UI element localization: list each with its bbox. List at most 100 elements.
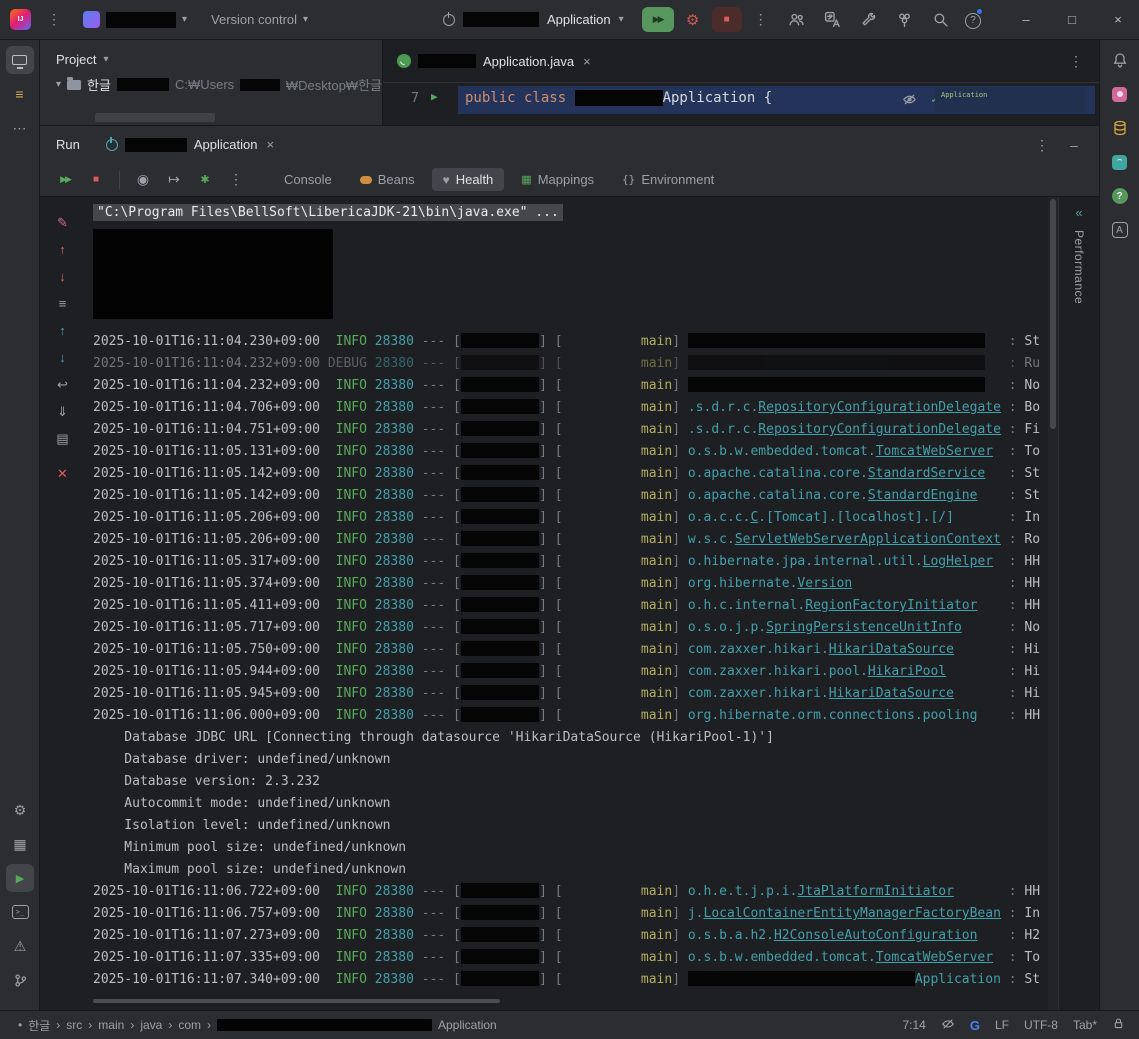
crumb-src[interactable]: src xyxy=(66,1018,82,1032)
close-tab-icon[interactable]: × xyxy=(583,54,591,69)
terminal-tool-button[interactable]: >_ xyxy=(6,898,34,926)
highlight-off-widget[interactable] xyxy=(902,92,917,111)
tab-console[interactable]: Console xyxy=(273,168,343,191)
main-menu-icon[interactable]: ⋮ xyxy=(43,9,65,31)
brush-icon[interactable]: ✎ xyxy=(52,209,74,236)
structure-tool-button[interactable]: ≡ xyxy=(6,80,34,108)
clear-all-icon[interactable]: ✕ xyxy=(52,460,74,487)
thread-dump-icon[interactable]: ◉ xyxy=(132,169,154,191)
logger-link[interactable]: H2ConsoleAutoConfiguration xyxy=(774,928,978,943)
grazie-icon[interactable]: G xyxy=(970,1018,980,1033)
logger-link[interactable]: HikariDataSource xyxy=(829,642,954,657)
scroll-to-end-icon[interactable]: ⇓ xyxy=(52,398,74,425)
logger-link[interactable]: SpringPersistenceUnitInfo xyxy=(766,620,962,635)
detach-icon[interactable]: ↦ xyxy=(163,169,185,191)
indent-style[interactable]: Tab* xyxy=(1073,1018,1097,1032)
performance-tab[interactable]: Performance xyxy=(1072,230,1086,304)
logger-link[interactable]: RepositoryConfigurationDelegate xyxy=(758,400,1001,415)
more-tool-windows-button[interactable]: ⋯ xyxy=(6,114,34,142)
bookmarks-tool-button[interactable] xyxy=(1106,80,1134,108)
more-actions-icon[interactable]: ⋮ xyxy=(750,9,772,31)
tree-item-root[interactable]: ▾ 한글 C:₩Users ₩Desktop₩한글 xyxy=(40,75,382,94)
database-tool-button[interactable] xyxy=(1106,114,1134,142)
lock-icon[interactable] xyxy=(1112,1017,1125,1033)
rerun-button[interactable]: ▶▶ xyxy=(54,169,76,191)
next-occurrence-icon[interactable]: ↓ xyxy=(52,344,74,371)
logger-link[interactable]: Version xyxy=(797,576,852,591)
tools-icon[interactable] xyxy=(857,9,879,31)
logger-link[interactable]: RepositoryConfigurationDelegate xyxy=(758,422,1001,437)
logger-link[interactable]: LocalContainerEntityManagerFactoryBean xyxy=(704,906,1001,921)
logger-link[interactable]: ServletWebServerApplicationContext xyxy=(735,532,1001,547)
crumb-main[interactable]: main xyxy=(98,1018,124,1032)
logger-link[interactable]: TomcatWebServer xyxy=(876,950,993,965)
crumb-file[interactable]: Application xyxy=(438,1018,497,1032)
tab-environment[interactable]: {}Environment xyxy=(611,168,725,191)
up-stack-trace-icon[interactable]: ↑ xyxy=(52,236,74,263)
profiler-gear-icon[interactable]: ⚙ xyxy=(682,9,704,31)
cursor-position[interactable]: 7:14 xyxy=(902,1018,925,1032)
settings-button[interactable]: ⚙ xyxy=(6,796,34,824)
search-icon[interactable] xyxy=(929,9,951,31)
services-tool-button[interactable]: ▦ xyxy=(6,830,34,858)
coverage-icon[interactable]: ✱ xyxy=(194,169,216,191)
console-output[interactable]: "C:\Program Files\BellSoft\LibericaJDK-2… xyxy=(85,197,1048,1011)
code-with-me-users-icon[interactable] xyxy=(785,9,807,31)
logger-link[interactable]: HikariDataSource xyxy=(829,686,954,701)
hide-panel-icon[interactable]: – xyxy=(1063,134,1085,156)
notifications-button[interactable] xyxy=(1106,46,1134,74)
inspection-minimap[interactable]: Application xyxy=(935,88,1085,112)
print-icon[interactable]: ▤ xyxy=(52,425,74,452)
gutter-run-icon[interactable]: ▶ xyxy=(431,90,438,103)
run-button[interactable]: ▶▶ xyxy=(642,7,674,32)
logger-link[interactable]: LogHelper xyxy=(923,554,993,569)
highlighting-level-icon[interactable] xyxy=(941,1017,955,1034)
console-more-icon[interactable]: ⋮ xyxy=(225,169,247,191)
editor-tab[interactable]: Application.java × xyxy=(383,40,601,82)
logger-link[interactable]: HikariPool xyxy=(868,664,946,679)
down-stack-trace-icon[interactable]: ↓ xyxy=(52,263,74,290)
tab-beans[interactable]: Beans xyxy=(349,168,426,191)
line-separator[interactable]: LF xyxy=(995,1018,1009,1032)
vcs-widget[interactable]: Version control ▾ xyxy=(205,9,314,30)
stop-process-button[interactable]: ■ xyxy=(85,169,107,191)
ai-assistant-button[interactable]: A xyxy=(1106,216,1134,244)
crumb-root[interactable]: 한글 xyxy=(28,1017,50,1034)
tab-mappings[interactable]: ▦Mappings xyxy=(510,168,605,191)
tree-item-partial[interactable] xyxy=(95,113,215,122)
sort-icon[interactable]: ≡ xyxy=(52,290,74,317)
vertical-scrollbar[interactable] xyxy=(1048,197,1058,1011)
logger-link[interactable]: RegionFactoryInitiator xyxy=(805,598,977,613)
plugins-icon[interactable] xyxy=(893,9,915,31)
project-selector[interactable]: ▾ xyxy=(77,8,193,31)
tree-expand-icon[interactable]: ▾ xyxy=(56,79,61,90)
logger-link[interactable]: StandardService xyxy=(868,466,985,481)
run-tool-button[interactable]: ▶ xyxy=(6,864,34,892)
crumb-com[interactable]: com xyxy=(178,1018,201,1032)
soft-wrap-icon[interactable]: ↩ xyxy=(52,371,74,398)
run-panel-options-icon[interactable]: ⋮ xyxy=(1031,134,1053,156)
logger-link[interactable]: Application xyxy=(915,972,1001,987)
file-encoding[interactable]: UTF-8 xyxy=(1024,1018,1058,1032)
help-button[interactable]: ? xyxy=(965,10,981,29)
close-tab-icon[interactable]: × xyxy=(266,137,274,152)
run-session-tab[interactable]: Application × xyxy=(106,137,274,152)
problems-tool-button[interactable]: ⚠ xyxy=(6,932,34,960)
logger-link[interactable]: TomcatWebServer xyxy=(876,444,993,459)
close-button[interactable]: × xyxy=(1103,7,1133,33)
logger-link[interactable]: JtaPlatformInitiator xyxy=(797,884,954,899)
prev-occurrence-icon[interactable]: ↑ xyxy=(52,317,74,344)
minimize-button[interactable]: – xyxy=(1011,7,1041,33)
collapse-icon[interactable]: « xyxy=(1075,205,1082,220)
logger-link[interactable]: StandardEngine xyxy=(868,488,978,503)
services-right-tool-button[interactable] xyxy=(1106,148,1134,176)
horizontal-scrollbar[interactable] xyxy=(93,999,500,1003)
tab-health[interactable]: ♥Health xyxy=(432,168,505,191)
stop-button[interactable]: ■ xyxy=(712,7,742,32)
crumb-java[interactable]: java xyxy=(140,1018,162,1032)
project-tool-button[interactable] xyxy=(6,46,34,74)
translate-icon[interactable] xyxy=(821,9,843,31)
editor-content[interactable]: 7 ▶ public class Application { ✓ Applica… xyxy=(383,83,1099,124)
project-panel-header[interactable]: Project ▾ xyxy=(40,40,382,75)
editor-options-icon[interactable]: ⋮ xyxy=(1065,50,1087,72)
